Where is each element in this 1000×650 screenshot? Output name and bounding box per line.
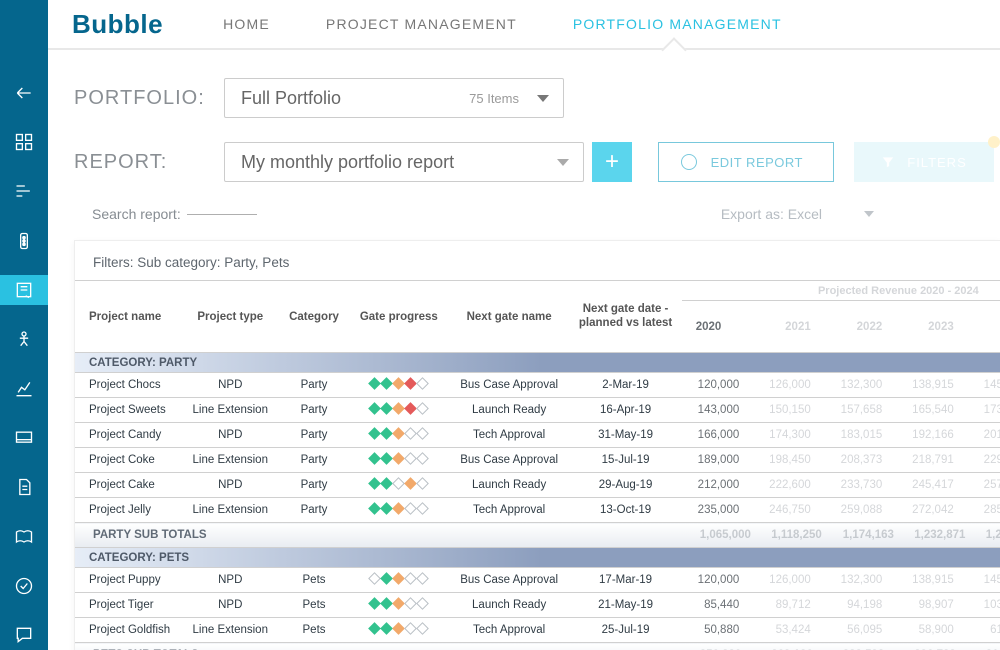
export-select[interactable]: Export as: Excel xyxy=(721,206,874,222)
search-label: Search report: xyxy=(92,206,181,222)
col-2021[interactable]: 2021 xyxy=(753,301,825,353)
col-project-name[interactable]: Project name xyxy=(75,281,181,353)
col-group-revenue: Projected Revenue 2020 - 2024 xyxy=(682,281,1000,301)
edit-report-button[interactable]: EDIT REPORT xyxy=(658,142,834,182)
filters-applied: Filters: Sub category: Party, Pets xyxy=(75,241,1000,280)
col-next-gate[interactable]: Next gate name xyxy=(449,281,570,353)
table-row[interactable]: Project TigerNPDPetsLaunch Ready21-May-1… xyxy=(75,593,1000,618)
rail-back-icon[interactable] xyxy=(0,78,48,107)
rail-doc-icon[interactable] xyxy=(0,473,48,502)
rail-person-icon[interactable] xyxy=(0,325,48,354)
table-row[interactable]: Project SweetsLine ExtensionPartyLaunch … xyxy=(75,398,1000,423)
col-2024[interactable]: 2024 xyxy=(968,301,1000,353)
rail-report-icon[interactable] xyxy=(0,275,48,304)
report-table: Project name Project type Category Gate … xyxy=(75,280,1000,650)
col-2020[interactable]: 2020 xyxy=(682,301,754,353)
chevron-down-icon xyxy=(864,211,874,217)
left-rail xyxy=(0,0,48,650)
subtotal-row: PETS SUB TOTALS256,320269,136282,593296,… xyxy=(75,643,1000,650)
table-row[interactable]: Project JellyLine ExtensionPartyTech App… xyxy=(75,498,1000,523)
col-2022[interactable]: 2022 xyxy=(825,301,897,353)
filters-button[interactable]: FILTERS xyxy=(854,142,994,182)
table-row[interactable]: Project ChocsNPDPartyBus Case Approval2-… xyxy=(75,373,1000,398)
add-report-button[interactable]: + xyxy=(592,142,632,182)
table-row[interactable]: Project CokeLine ExtensionPartyBus Case … xyxy=(75,448,1000,473)
col-project-type[interactable]: Project type xyxy=(181,281,279,353)
rail-chat-icon[interactable] xyxy=(0,621,48,650)
report-label: REPORT: xyxy=(74,151,204,174)
col-2023[interactable]: 2023 xyxy=(896,301,968,353)
col-next-date[interactable]: Next gate date - planned vs latest xyxy=(569,281,681,353)
table-row[interactable]: Project GoldfishLine ExtensionPetsTech A… xyxy=(75,618,1000,643)
chevron-down-icon xyxy=(557,159,569,166)
main-nav: HOME PROJECT MANAGEMENT PORTFOLIO MANAGE… xyxy=(223,0,782,48)
rail-chart-icon[interactable] xyxy=(0,374,48,403)
portfolio-select[interactable]: Full Portfolio 75 Items xyxy=(224,78,564,118)
table-row[interactable]: Project CandyNPDPartyTech Approval31-May… xyxy=(75,423,1000,448)
rail-check-icon[interactable] xyxy=(0,571,48,600)
rail-book-icon[interactable] xyxy=(0,522,48,551)
rail-screen-icon[interactable] xyxy=(0,423,48,452)
report-select[interactable]: My monthly portfolio report xyxy=(224,142,584,182)
rail-dashboard-icon[interactable] xyxy=(0,127,48,156)
subtotal-row: PARTY SUB TOTALS1,065,0001,118,2501,174,… xyxy=(75,523,1000,548)
topbar: Bubble HOME PROJECT MANAGEMENT PORTFOLIO… xyxy=(48,0,1000,50)
rail-gantt-icon[interactable] xyxy=(0,177,48,206)
brand-logo: Bubble xyxy=(72,9,163,40)
category-header: CATEGORY: PARTY xyxy=(75,353,1000,373)
chevron-down-icon xyxy=(537,95,549,102)
nav-project-management[interactable]: PROJECT MANAGEMENT xyxy=(326,0,517,48)
nav-home[interactable]: HOME xyxy=(223,0,270,48)
table-row[interactable]: Project PuppyNPDPetsBus Case Approval17-… xyxy=(75,568,1000,593)
report-card: Filters: Sub category: Party, Pets Proje… xyxy=(74,240,1000,650)
col-gate-progress[interactable]: Gate progress xyxy=(349,281,449,353)
col-category[interactable]: Category xyxy=(279,281,348,353)
nav-portfolio-management[interactable]: PORTFOLIO MANAGEMENT xyxy=(573,0,782,48)
table-row[interactable]: Project CakeNPDPartyLaunch Ready29-Aug-1… xyxy=(75,473,1000,498)
rail-traffic-icon[interactable] xyxy=(0,226,48,255)
search-input[interactable] xyxy=(187,214,257,215)
category-header: CATEGORY: PETS xyxy=(75,548,1000,568)
portfolio-label: PORTFOLIO: xyxy=(74,87,204,110)
